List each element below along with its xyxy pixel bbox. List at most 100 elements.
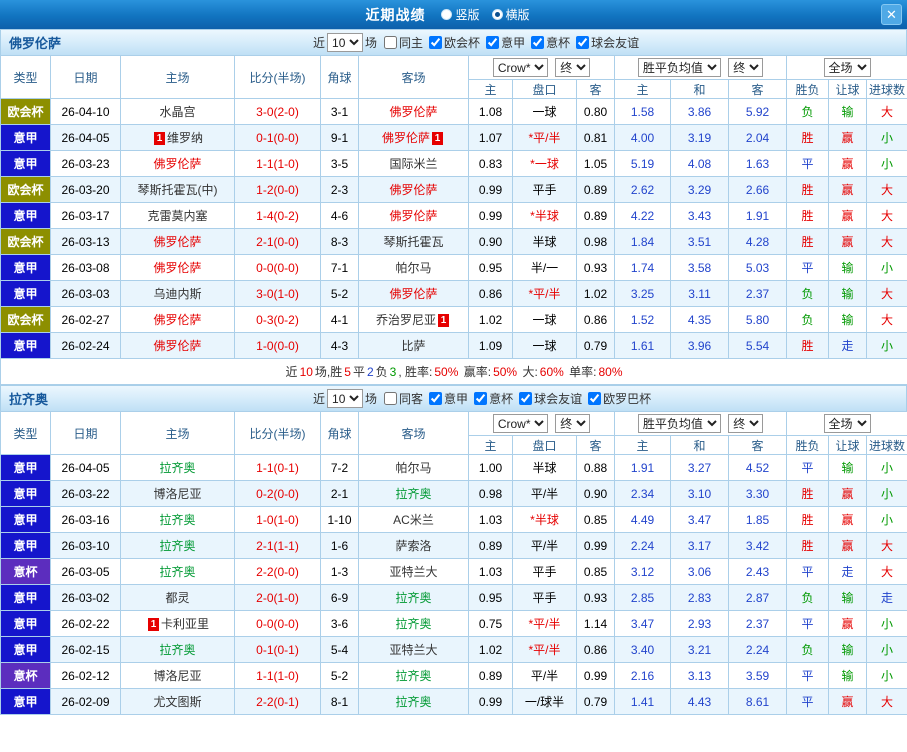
- odds-company-select[interactable]: Crow*: [492, 58, 548, 77]
- table-header-row: 类型 日期 主场 比分(半场) 角球 客场 Crow* 终 胜平负均值 终 全场: [0, 55, 907, 99]
- summary-part: 场,胜: [314, 365, 343, 379]
- filter-checkbox[interactable]: 球会友谊: [514, 390, 582, 407]
- checkbox-input[interactable]: [531, 35, 545, 49]
- checkbox-input[interactable]: [384, 391, 398, 405]
- filter-checkbox[interactable]: 欧罗巴杯: [583, 390, 651, 407]
- checkbox-input[interactable]: [474, 391, 488, 405]
- avg-away-cell: 5.92: [728, 98, 788, 125]
- scope-select[interactable]: 全场: [823, 58, 871, 77]
- filter-checkbox[interactable]: 意杯: [526, 34, 570, 51]
- radio-horizontal-layout[interactable]: 横版: [491, 6, 530, 23]
- home-team-cell: 博洛尼亚: [120, 662, 235, 689]
- away-team-cell: 国际米兰: [358, 150, 469, 177]
- games-count-select[interactable]: 10: [327, 389, 364, 408]
- away-team-cell: 乔治罗尼亚 1: [358, 306, 469, 333]
- score-cell: 2-1(0-0): [234, 228, 321, 255]
- radio-selected-icon[interactable]: [491, 9, 503, 20]
- score-cell: 2-2(0-0): [234, 558, 321, 585]
- checkbox-input[interactable]: [429, 391, 443, 405]
- match-row: 意甲 26-02-22 1 卡利亚里 0-0(0-0) 3-6 拉齐奥 0.75 *平/半 1.1…: [0, 610, 907, 637]
- radio-icon[interactable]: [441, 9, 453, 20]
- odds-company-select[interactable]: Crow*: [492, 414, 548, 433]
- avg-home-cell: 1.41: [614, 688, 672, 715]
- avg-away-cell: 2.04: [728, 124, 788, 151]
- odds-final-select[interactable]: 终: [555, 58, 591, 77]
- home-team-cell: 都灵: [120, 584, 235, 611]
- home-team-cell: 拉齐奥: [120, 506, 235, 533]
- col-odds-home: 主: [468, 79, 513, 99]
- avg-home-cell: 1.74: [614, 254, 672, 281]
- matches-table: 类型 日期 主场 比分(半场) 角球 客场 Crow* 终 胜平负均值 终 全场…: [0, 411, 907, 715]
- close-icon[interactable]: ✕: [881, 4, 902, 25]
- home-team-cell: 佛罗伦萨: [120, 306, 235, 333]
- away-odds-cell: 0.86: [575, 636, 616, 663]
- result-cell: 平: [786, 254, 830, 281]
- games-count-select[interactable]: 10: [327, 33, 364, 52]
- avg-type-select[interactable]: 胜平负均值: [637, 58, 721, 77]
- goals-cell: 大: [866, 98, 907, 125]
- checkbox-input[interactable]: [384, 35, 398, 49]
- checkbox-input[interactable]: [486, 35, 500, 49]
- goals-cell: 小: [866, 454, 907, 481]
- handicap-result-cell: 输: [828, 98, 868, 125]
- corners-cell: 2-1: [320, 480, 359, 507]
- date-cell: 26-03-17: [50, 202, 121, 229]
- league-cell: 意甲: [0, 688, 51, 715]
- checkbox-input[interactable]: [429, 35, 443, 49]
- red-card-badge: 1: [432, 132, 443, 145]
- filter-label: 同客: [399, 391, 424, 406]
- filter-checkbox[interactable]: 意甲: [481, 34, 525, 51]
- away-team-cell: 亚特兰大: [358, 636, 469, 663]
- avg-draw-cell: 3.29: [670, 176, 730, 203]
- league-cell: 意甲: [0, 332, 51, 359]
- scope-select[interactable]: 全场: [823, 414, 871, 433]
- goals-cell: 大: [866, 532, 907, 559]
- corners-cell: 1-3: [320, 558, 359, 585]
- col-result: 胜负: [786, 435, 830, 455]
- date-cell: 26-04-10: [50, 98, 121, 125]
- summary-part: 50%: [493, 365, 518, 379]
- match-row: 意甲 26-03-17 克雷莫内塞 1-4(0-2) 4-6 佛罗伦萨 0.99 *半球 0.8…: [0, 202, 907, 229]
- filter-checkbox[interactable]: 意甲: [424, 390, 468, 407]
- red-card-badge: 1: [438, 314, 449, 327]
- handicap-cell: *一球: [512, 150, 577, 177]
- filter-checkbox[interactable]: 球会友谊: [571, 34, 639, 51]
- result-cell: 胜: [786, 202, 830, 229]
- col-home: 主场: [120, 411, 235, 455]
- avg-final-select[interactable]: 终: [728, 58, 764, 77]
- handicap-cell: *半球: [512, 506, 577, 533]
- goals-cell: 大: [866, 280, 907, 307]
- avg-home-cell: 2.16: [614, 662, 672, 689]
- filter-checkbox[interactable]: 意杯: [469, 390, 513, 407]
- date-cell: 26-03-03: [50, 280, 121, 307]
- handicap-result-cell: 赢: [828, 176, 868, 203]
- checkbox-input[interactable]: [576, 35, 590, 49]
- radio-vertical-layout[interactable]: 竖版: [441, 6, 480, 23]
- summary-part: 单率:: [565, 365, 597, 379]
- match-row: 意甲 26-03-08 佛罗伦萨 0-0(0-0) 7-1 帕尔马 0.95 半/一 0.93 1…: [0, 254, 907, 281]
- home-odds-cell: 0.83: [468, 150, 513, 177]
- away-team-cell: 帕尔马: [358, 454, 469, 481]
- filter-checkbox[interactable]: 欧会杯: [424, 34, 480, 51]
- checkbox-input[interactable]: [519, 391, 533, 405]
- league-filter-group: 同主 欧会杯 意甲 意杯 球会友谊: [379, 34, 640, 52]
- avg-final-select[interactable]: 终: [728, 414, 764, 433]
- odds-final-select[interactable]: 终: [555, 414, 591, 433]
- filter-label: 意杯: [489, 391, 514, 406]
- col-score: 比分(半场): [234, 55, 321, 99]
- score-cell: 0-1(0-1): [234, 636, 321, 663]
- result-cell: 负: [786, 636, 830, 663]
- team-name: 拉齐奥: [9, 392, 49, 407]
- filter-checkbox[interactable]: 同主: [379, 34, 423, 51]
- home-team-cell: 博洛尼亚: [120, 480, 235, 507]
- avg-type-select[interactable]: 胜平负均值: [637, 414, 721, 433]
- summary-part: 50%: [434, 365, 459, 379]
- score-cell: 3-0(2-0): [234, 98, 321, 125]
- score-cell: 2-1(1-1): [234, 532, 321, 559]
- handicap-result-cell: 赢: [828, 124, 868, 151]
- filter-checkbox[interactable]: 同客: [379, 390, 423, 407]
- corners-cell: 1-10: [320, 506, 359, 533]
- match-row: 意甲 26-03-22 博洛尼亚 0-2(0-0) 2-1 拉齐奥 0.98 平/半 0.90 2…: [0, 480, 907, 507]
- checkbox-input[interactable]: [588, 391, 602, 405]
- league-cell: 意甲: [0, 124, 51, 151]
